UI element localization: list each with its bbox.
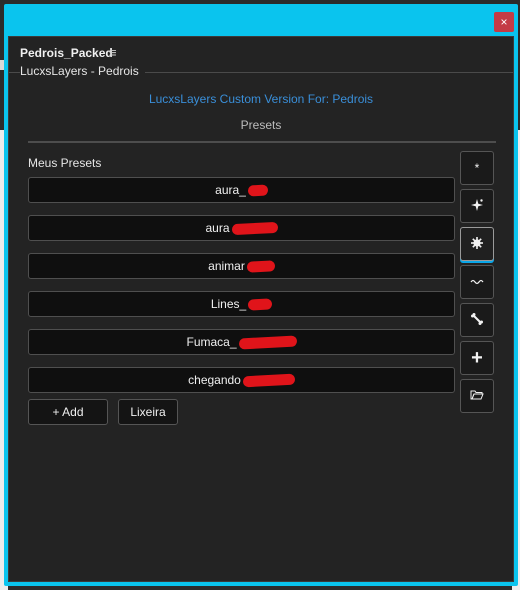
folder-open-icon (470, 388, 484, 405)
redaction-scribble (246, 260, 276, 274)
wave-tool-button[interactable] (460, 265, 494, 299)
preset-label: aura_ (215, 183, 246, 197)
custom-version-text: LucxsLayers Custom Version For: Pedrois (148, 92, 374, 106)
sparkle-tool-button[interactable] (460, 189, 494, 223)
bone-tool-button[interactable] (460, 303, 494, 337)
divider (28, 141, 496, 143)
redaction-scribble (238, 335, 297, 350)
preset-label: aura (205, 221, 230, 235)
gear-tool-button[interactable] (460, 227, 494, 261)
presets-header: Presets (240, 118, 282, 132)
preset-button[interactable]: aura (28, 215, 455, 241)
panel-tabbar: Pedrois_Packed ≡ (9, 37, 513, 67)
preset-label: Lines_ (210, 297, 247, 311)
panel: Pedrois_Packed ≡ LucxsLayers - Pedrois L… (8, 36, 514, 582)
preset-label: Fumaca_ (186, 335, 237, 349)
preset-button[interactable]: Fumaca_ (28, 329, 455, 355)
bone-icon (470, 312, 484, 329)
plus-tool-button[interactable]: + (460, 341, 494, 375)
preset-list: aura_ aura animar Lines_ Fumaca_ chegand… (28, 177, 455, 405)
asterisk-icon: * (474, 161, 480, 175)
redaction-scribble (242, 373, 296, 388)
my-presets-label: Meus Presets (28, 156, 102, 170)
redaction-scribble (231, 222, 278, 236)
floating-window: × Pedrois_Packed ≡ LucxsLayers - Pedrois… (4, 4, 518, 586)
trash-button[interactable]: Lixeira (118, 399, 178, 425)
asterisk-tool-button[interactable]: * (460, 151, 494, 185)
tool-column: * + (460, 151, 494, 417)
redaction-scribble (247, 184, 269, 197)
folder-tool-button[interactable] (460, 379, 494, 413)
redaction-scribble (247, 298, 273, 311)
preset-label: animar (208, 259, 245, 273)
preset-button[interactable]: chegando (28, 367, 455, 393)
sparkle-icon (470, 198, 484, 215)
preset-button[interactable]: aura_ (28, 177, 455, 203)
preset-label: chegando (188, 373, 241, 387)
plus-icon: + (471, 346, 483, 369)
panel-menu-icon[interactable]: ≡ (109, 45, 117, 60)
preset-button[interactable]: Lines_ (28, 291, 455, 317)
add-preset-button[interactable]: + Add (28, 399, 108, 425)
close-button[interactable]: × (494, 12, 514, 32)
panel-tab-title[interactable]: Pedrois_Packed (20, 46, 113, 60)
group-title: LucxsLayers - Pedrois (20, 64, 145, 78)
preset-button[interactable]: animar (28, 253, 455, 279)
gear-icon (470, 236, 484, 253)
wave-icon (470, 274, 484, 291)
